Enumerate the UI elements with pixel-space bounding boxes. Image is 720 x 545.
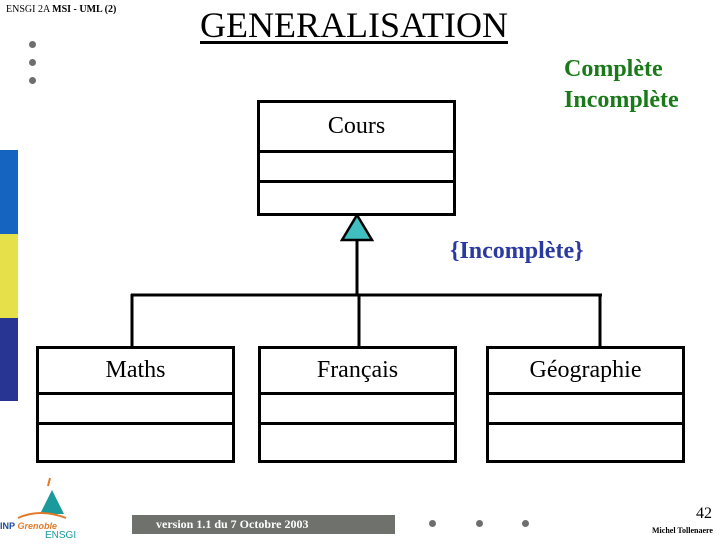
class-operations [261,425,454,458]
class-attributes [489,395,682,425]
class-attributes [260,153,453,183]
class-attributes [261,395,454,425]
class-name: Français [261,349,454,395]
uml-class-cours[interactable]: Cours [257,100,456,216]
uml-class-maths[interactable]: Maths [36,346,235,463]
class-operations [39,425,232,458]
class-name: Maths [39,349,232,395]
uml-class-geographie[interactable]: Géographie [486,346,685,463]
logo-school: ENSGI [45,530,77,541]
class-name: Géographie [489,349,682,395]
footer-dot [429,520,436,527]
generalization-triangle-icon [339,212,375,242]
class-attributes [39,395,232,425]
constraint-label: {Incomplète} [450,238,584,264]
footer-dot [522,520,529,527]
author-name: Michel Tollenaere [652,526,713,535]
version-bar: version 1.1 du 7 Octobre 2003 [132,515,395,534]
footer-dot [476,520,483,527]
class-operations [489,425,682,458]
class-operations [260,183,453,216]
ensgi-logo: INP Grenoble ENSGI [0,474,90,541]
page-number: 42 [696,505,712,522]
class-name: Cours [260,103,453,153]
version-text: version 1.1 du 7 Octobre 2003 [156,517,309,531]
uml-class-francais[interactable]: Français [258,346,457,463]
